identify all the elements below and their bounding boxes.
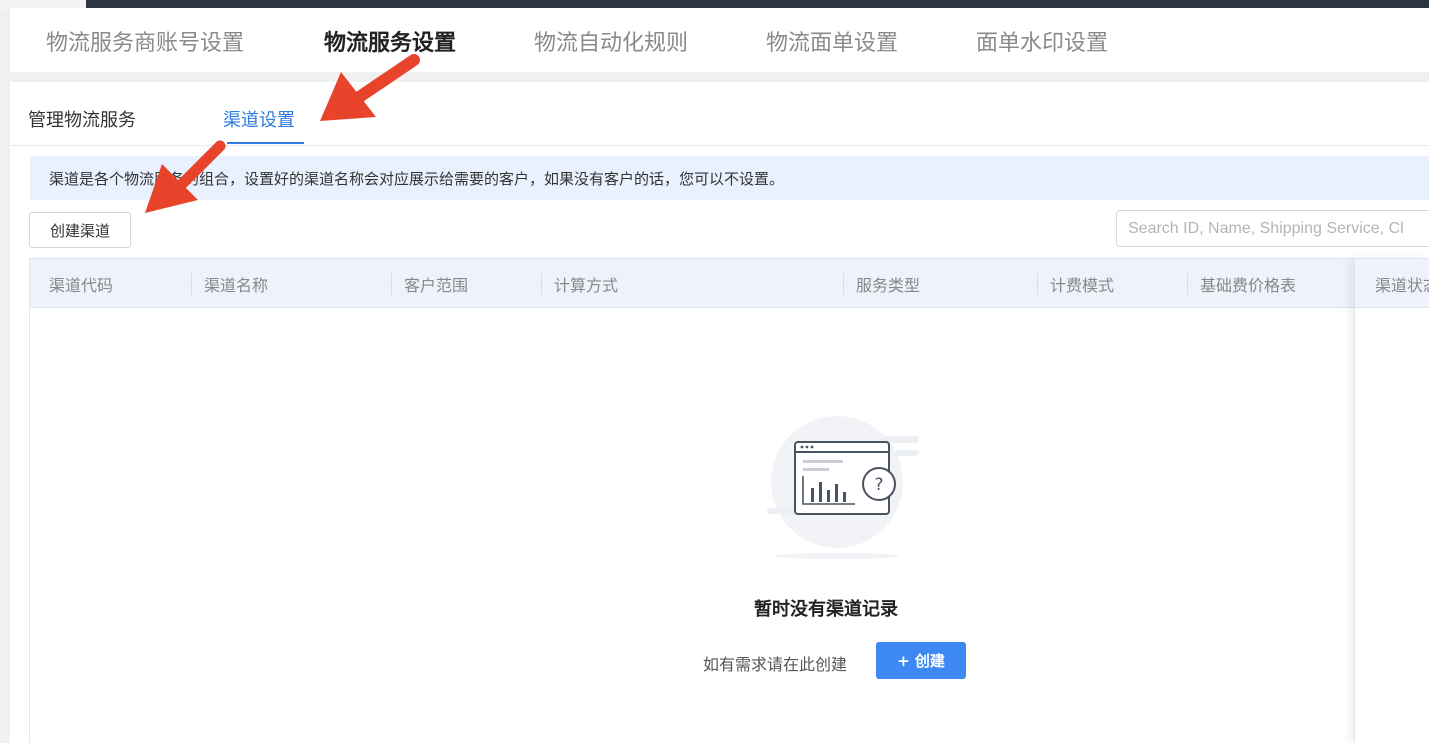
column-header-calculation-method[interactable]: 计算方式 — [554, 272, 618, 296]
info-banner: 渠道是各个物流服务的组合，设置好的渠道名称会对应展示给需要的客户，如果没有客户的… — [30, 156, 1429, 200]
fixed-column-header: 渠道状态 — [1355, 258, 1429, 308]
tab-logistics-automation-rules[interactable]: 物流自动化规则 — [534, 25, 688, 57]
column-divider — [541, 273, 542, 295]
tab-channel-settings[interactable]: 渠道设置 — [223, 106, 295, 132]
column-divider — [843, 273, 844, 295]
column-header-base-price-table[interactable]: 基础费价格表 — [1200, 272, 1296, 296]
column-divider — [191, 273, 192, 295]
column-header-customer-scope[interactable]: 客户范围 — [404, 272, 468, 296]
empty-state-title: 暂时没有渠道记录 — [754, 599, 898, 620]
tab-label-watermark-settings[interactable]: 面单水印设置 — [976, 25, 1108, 57]
column-divider — [1037, 273, 1038, 295]
table-header: 渠道代码 渠道名称 客户范围 计算方式 服务类型 计费模式 基础费价格表 — [30, 258, 1429, 308]
content-panel: 管理物流服务 渠道设置 渠道是各个物流服务的组合，设置好的渠道名称会对应展示给需… — [10, 82, 1429, 743]
tab-carrier-account-settings[interactable]: 物流服务商账号设置 — [46, 25, 244, 57]
column-divider — [391, 273, 392, 295]
tab-logistics-service-settings[interactable]: 物流服务设置 — [324, 25, 456, 57]
empty-state-hint: 如有需求请在此创建 — [703, 655, 848, 674]
column-divider — [1187, 273, 1188, 295]
active-tab-indicator — [227, 142, 304, 144]
column-header-service-type[interactable]: 服务类型 — [856, 272, 920, 296]
tab-manage-logistics-services[interactable]: 管理物流服务 — [28, 106, 136, 132]
create-channel-button[interactable]: 创建渠道 — [29, 212, 131, 248]
info-banner-text: 渠道是各个物流服务的组合，设置好的渠道名称会对应展示给需要的客户，如果没有客户的… — [49, 170, 785, 188]
sub-tab-divider — [10, 145, 1429, 146]
tab-shipping-label-settings[interactable]: 物流面单设置 — [766, 25, 898, 57]
column-header-billing-mode[interactable]: 计费模式 — [1050, 272, 1114, 296]
fixed-status-column: 渠道状态 — [1354, 258, 1429, 743]
column-header-channel-status[interactable]: 渠道状态 — [1375, 272, 1429, 296]
search-input[interactable] — [1117, 211, 1429, 246]
svg-text:?: ? — [874, 475, 883, 495]
column-header-channel-name[interactable]: 渠道名称 — [204, 272, 268, 296]
create-button[interactable]: + 创建 — [876, 642, 966, 679]
main-tab-bar: 物流服务商账号设置 物流服务设置 物流自动化规则 物流面单设置 面单水印设置 — [10, 8, 1429, 72]
search-box — [1116, 210, 1429, 247]
window-top-bar — [0, 0, 1429, 8]
column-header-channel-code[interactable]: 渠道代码 — [49, 272, 113, 296]
